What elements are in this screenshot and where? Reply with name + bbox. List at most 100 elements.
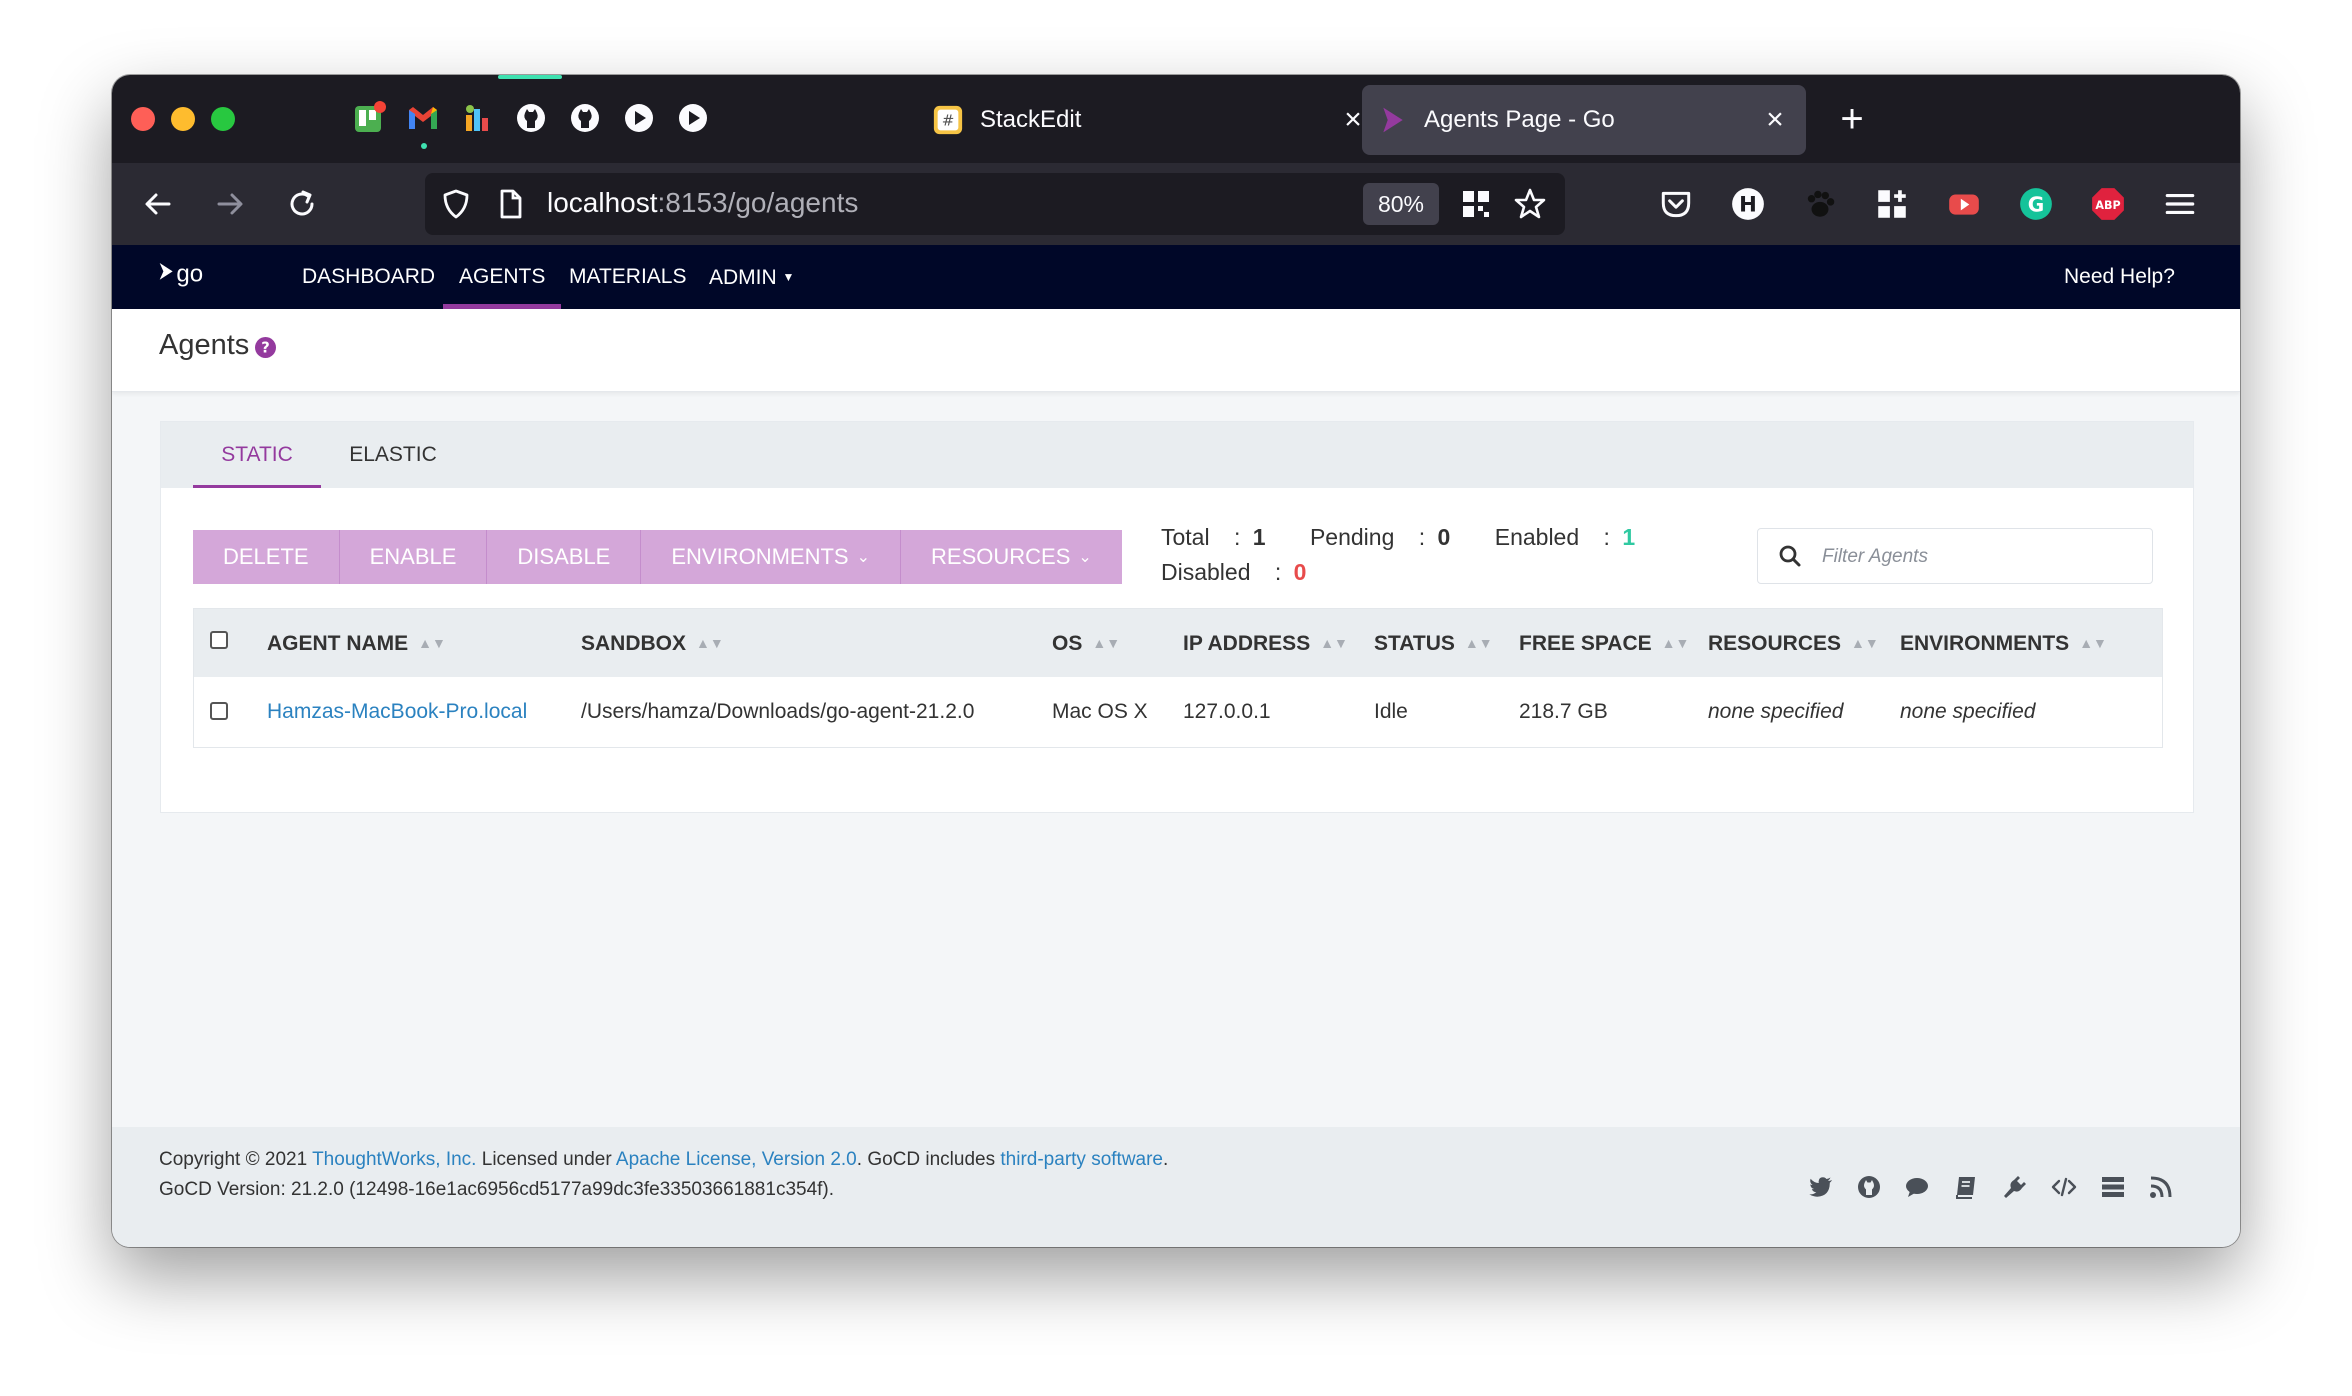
forward-button[interactable]: [206, 180, 254, 228]
filter-agents-input[interactable]: [1820, 539, 2144, 575]
extension-grid-button[interactable]: [1868, 180, 1916, 228]
col-ip-address[interactable]: IP ADDRESS ▲▼: [1183, 609, 1348, 677]
minimize-window-button[interactable]: [171, 107, 195, 131]
chat-link[interactable]: [1902, 1172, 1932, 1202]
zoom-level-button[interactable]: 80%: [1363, 183, 1439, 225]
paw-icon: [1807, 190, 1835, 217]
chevron-down-icon: ⌄: [1078, 549, 1092, 566]
license-link[interactable]: Apache License, Version 2.0: [616, 1149, 857, 1170]
pinned-tab-play-1[interactable]: [616, 95, 662, 141]
tab-agents-page[interactable]: Agents Page - Go ×: [1362, 85, 1806, 155]
url-text[interactable]: localhost:8153/go/agents: [547, 187, 858, 219]
agent-type-tabs: STATIC ELASTIC: [161, 422, 2193, 488]
col-agent-name[interactable]: AGENT NAME ▲▼: [267, 609, 446, 677]
extension-paw-button[interactable]: [1796, 180, 1844, 228]
youtube-icon: [1949, 194, 1979, 215]
rss-icon: [2150, 1176, 2172, 1198]
tab-static[interactable]: STATIC: [193, 422, 321, 488]
reload-button[interactable]: [278, 180, 326, 228]
book-icon: [1956, 1177, 1975, 1199]
code-icon: [2051, 1177, 2077, 1197]
pocket-icon: [1661, 191, 1691, 218]
qr-code-icon[interactable]: [1459, 187, 1493, 221]
close-tab-icon[interactable]: ×: [1760, 105, 1790, 135]
delete-button[interactable]: DELETE: [193, 530, 340, 584]
col-free-space[interactable]: FREE SPACE ▲▼: [1519, 609, 1689, 677]
sort-icon: ▲▼: [2079, 635, 2107, 651]
sort-icon: ▲▼: [1092, 635, 1121, 651]
url-bar[interactable]: localhost:8153/go/agents 80%: [425, 173, 1565, 235]
page-title: Agents: [159, 329, 250, 361]
table-header: AGENT NAME ▲▼ SANDBOX ▲▼ OS ▲▼ IP ADDRESS ▲▼…: [194, 609, 2162, 677]
row-checkbox[interactable]: [210, 702, 228, 720]
docs-link[interactable]: [1951, 1172, 1981, 1202]
extension-adblock-button[interactable]: ABP: [2084, 180, 2132, 228]
extension-grammarly-button[interactable]: G: [2012, 180, 2060, 228]
menu-button[interactable]: [2156, 180, 2204, 228]
server-link[interactable]: [2098, 1172, 2128, 1202]
pinned-tab-trello[interactable]: [346, 95, 392, 141]
pinned-tab-app[interactable]: [454, 95, 500, 141]
server-icon: [2102, 1177, 2124, 1197]
arrow-right-icon: [217, 193, 243, 215]
third-party-link[interactable]: third-party software: [1000, 1149, 1163, 1170]
shield-icon: [443, 189, 469, 219]
resources-button[interactable]: RESOURCES ⌄: [901, 530, 1122, 584]
plugins-link[interactable]: [2000, 1172, 2030, 1202]
pinned-tab-github-2[interactable]: [562, 95, 608, 141]
pinned-tab-github-1[interactable]: [498, 75, 562, 141]
col-resources[interactable]: RESOURCES ▲▼: [1708, 609, 1879, 677]
tab-title: Agents Page - Go: [1424, 106, 1615, 133]
col-os[interactable]: OS ▲▼: [1052, 609, 1120, 677]
github-link[interactable]: [1854, 1172, 1884, 1202]
tab-elastic[interactable]: ELASTIC: [337, 422, 449, 488]
api-link[interactable]: [2049, 1172, 2079, 1202]
star-icon[interactable]: [1513, 187, 1547, 221]
footer: Copyright © 2021 ThoughtWorks, Inc. Lice…: [112, 1127, 2240, 1247]
new-tab-button[interactable]: +: [1828, 95, 1876, 143]
select-all-checkbox[interactable]: [210, 631, 228, 649]
nav-materials[interactable]: MATERIALS: [569, 245, 686, 309]
col-environments[interactable]: ENVIRONMENTS ▲▼: [1900, 609, 2107, 677]
tab-stackedit[interactable]: # StackEdit ×: [916, 85, 1384, 155]
svg-text:#: #: [942, 112, 955, 130]
agent-name-link[interactable]: Hamzas-MacBook-Pro.local: [267, 677, 527, 747]
extension-youtube-button[interactable]: [1940, 180, 1988, 228]
help-icon[interactable]: ?: [255, 337, 276, 358]
thoughtworks-link[interactable]: ThoughtWorks, Inc.: [312, 1149, 476, 1170]
col-sandbox[interactable]: SANDBOX ▲▼: [581, 609, 724, 677]
extension-h-button[interactable]: H: [1724, 180, 1772, 228]
nav-admin[interactable]: ADMIN ▼: [709, 245, 794, 309]
close-window-button[interactable]: [131, 107, 155, 131]
col-label: SANDBOX: [581, 632, 687, 655]
filter-box: [1757, 528, 2153, 584]
disable-button[interactable]: DISABLE: [487, 530, 642, 584]
nav-dashboard[interactable]: DASHBOARD: [302, 245, 435, 309]
environments-button[interactable]: ENVIRONMENTS ⌄: [641, 530, 902, 584]
sandbox-cell: /Users/hamza/Downloads/go-agent-21.2.0: [581, 700, 975, 723]
back-button[interactable]: [134, 180, 182, 228]
col-label: FREE SPACE: [1519, 632, 1652, 655]
col-status[interactable]: STATUS ▲▼: [1374, 609, 1493, 677]
need-help-link[interactable]: Need Help?: [2064, 245, 2175, 309]
enabled-label: Enabled: [1494, 524, 1580, 550]
reload-icon: [290, 190, 314, 216]
arrow-left-icon: [145, 193, 171, 215]
total-count: 1: [1252, 524, 1266, 550]
agent-stats-row-1: Total : 1 Pending : 0 Enabled : 1: [1161, 524, 1635, 551]
github-icon: [517, 104, 545, 132]
copyright-line: Copyright © 2021 ThoughtWorks, Inc. Lice…: [159, 1149, 1168, 1171]
rss-link[interactable]: [2146, 1172, 2176, 1202]
nav-agents[interactable]: AGENTS: [443, 245, 562, 309]
twitter-link[interactable]: [1806, 1172, 1836, 1202]
free-space-cell: 218.7 GB: [1519, 700, 1608, 723]
zoom-window-button[interactable]: [211, 107, 235, 131]
h-circle-icon: H: [1732, 188, 1764, 220]
pinned-tab-play-2[interactable]: [670, 95, 716, 141]
enable-button[interactable]: ENABLE: [339, 530, 488, 584]
status-cell: Idle: [1374, 700, 1408, 723]
gocd-logo[interactable]: go: [156, 257, 230, 295]
col-label: STATUS: [1374, 632, 1455, 655]
pocket-button[interactable]: [1652, 180, 1700, 228]
pinned-tab-gmail[interactable]: [400, 95, 446, 149]
